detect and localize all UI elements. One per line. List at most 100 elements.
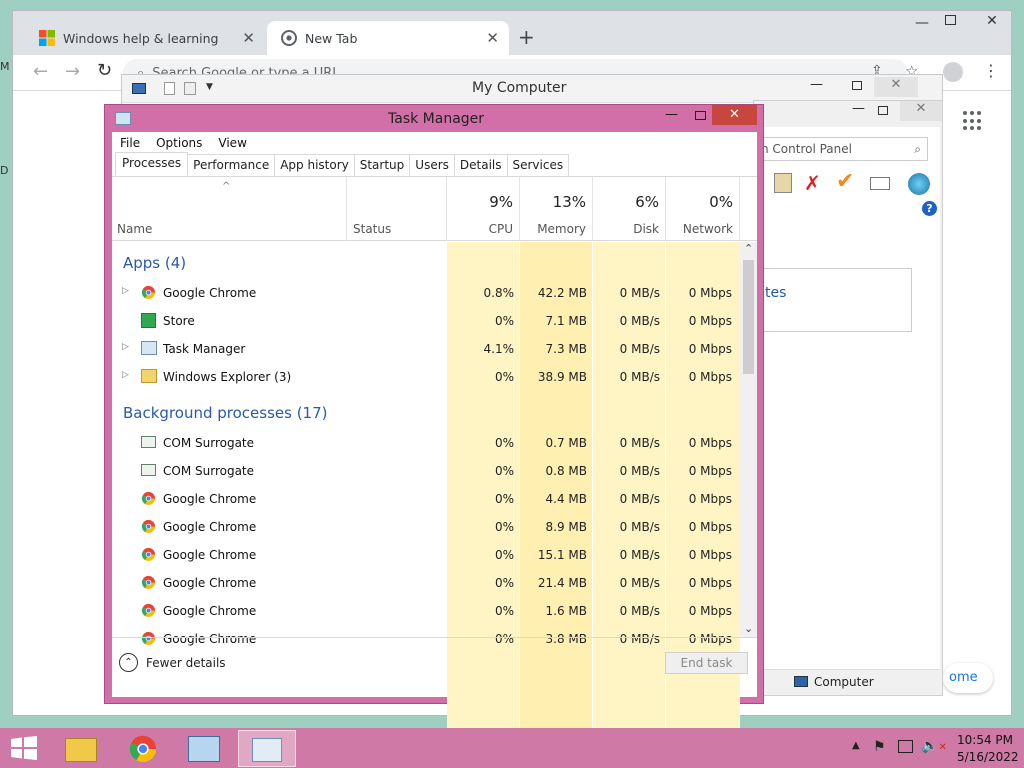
new-tab-plus-icon[interactable]: + [518, 25, 535, 49]
tab-app-history[interactable]: App history [274, 154, 355, 176]
show-hidden-icons[interactable]: ▲ [852, 740, 860, 751]
menu-view[interactable]: View [210, 136, 254, 150]
chrome-icon [141, 575, 156, 590]
column-memory-header[interactable]: 13% Memory [520, 177, 593, 241]
process-row[interactable]: COM Surrogate 0% 0.8 MB 0 MB/s 0 Mbps [112, 457, 740, 485]
tab-startup[interactable]: Startup [353, 154, 411, 176]
process-name: COM Surrogate [163, 436, 255, 450]
end-task-button[interactable]: End task [665, 652, 748, 674]
cpu-value: 0% [494, 520, 514, 534]
process-row[interactable]: Google Chrome 0% 8.9 MB 0 MB/s 0 Mbps [112, 513, 740, 541]
maximize-icon[interactable] [945, 15, 956, 25]
cpu-value: 0% [494, 370, 514, 384]
tab-processes[interactable]: Processes [115, 152, 189, 176]
task-manager-titlebar: Task Manager — ✕ [105, 105, 763, 132]
process-row[interactable]: COM Surrogate 0% 0.7 MB 0 MB/s 0 Mbps [112, 429, 740, 457]
column-disk-header[interactable]: 6% Disk [593, 177, 666, 241]
minimize-icon[interactable]: — [915, 15, 929, 31]
clipboard-icon[interactable] [774, 173, 792, 193]
disk-value: 0 MB/s [619, 548, 660, 562]
tab-services[interactable]: Services [506, 154, 570, 176]
cpu-value: 0% [494, 314, 514, 328]
expand-arrow-icon[interactable]: ▷ [122, 370, 129, 380]
task-manager-title: Task Manager [388, 111, 485, 127]
taskbar-chrome[interactable] [114, 730, 172, 767]
vertical-scrollbar[interactable]: ⌃ ⌄ [740, 242, 757, 637]
menu-file[interactable]: File [112, 136, 148, 150]
chrome-menu-icon[interactable]: ⋮ [983, 61, 999, 80]
fewer-details-button[interactable]: ⌃ Fewer details [119, 653, 226, 672]
profile-avatar-icon[interactable] [943, 62, 963, 82]
action-center-flag-icon[interactable]: ⚑ [873, 739, 886, 755]
control-panel-link[interactable]: tes [765, 285, 786, 301]
close-window-icon[interactable]: ✕ [712, 105, 757, 125]
menu-options[interactable]: Options [148, 136, 210, 150]
process-row[interactable]: ▷ Windows Explorer (3) 0% 38.9 MB 0 MB/s… [112, 363, 740, 391]
taskbar-file-explorer[interactable] [52, 730, 110, 767]
memory-value: 1.6 MB [545, 604, 587, 618]
delete-icon[interactable]: ✗ [804, 171, 821, 195]
search-control-panel-input[interactable]: h Control Panel ⌕ [756, 137, 928, 161]
maximize-icon[interactable] [695, 111, 706, 120]
clock-date[interactable]: 5/16/2022 [957, 750, 1019, 764]
chevron-down-icon[interactable]: ▼ [206, 82, 213, 92]
cpu-value: 0% [494, 436, 514, 450]
column-status-header[interactable]: Status [347, 177, 447, 241]
apps-grid-icon[interactable] [963, 111, 983, 131]
back-icon[interactable]: ← [33, 61, 48, 82]
process-row[interactable]: Google Chrome 0% 1.6 MB 0 MB/s 0 Mbps [112, 597, 740, 625]
process-row[interactable]: ▷ Task Manager 4.1% 7.3 MB 0 MB/s 0 Mbps [112, 335, 740, 363]
column-network-header[interactable]: 0% Network [666, 177, 740, 241]
mail-icon[interactable] [870, 177, 890, 190]
minimize-icon[interactable]: — [810, 77, 823, 92]
chrome-icon [141, 491, 156, 506]
tab-windows-help[interactable]: Windows help & learning ✕ [25, 21, 265, 55]
process-row[interactable]: Google Chrome 0% 21.4 MB 0 MB/s 0 Mbps [112, 569, 740, 597]
process-row[interactable]: Google Chrome 0% 15.1 MB 0 MB/s 0 Mbps [112, 541, 740, 569]
close-window-icon[interactable]: ✕ [900, 101, 942, 121]
scroll-down-icon[interactable]: ⌄ [744, 622, 753, 635]
minimize-icon[interactable]: — [852, 101, 865, 116]
com-surrogate-icon [141, 436, 156, 448]
expand-arrow-icon[interactable]: ▷ [122, 342, 129, 352]
taskbar-task-manager[interactable] [238, 730, 296, 767]
close-tab-icon[interactable]: ✕ [242, 29, 255, 47]
maximize-icon[interactable] [878, 106, 888, 115]
checkmark-icon[interactable]: ✔ [836, 169, 854, 194]
globe-icon[interactable] [908, 173, 930, 195]
tab-new-tab[interactable]: New Tab ✕ [267, 21, 509, 55]
control-panel-icon [188, 736, 220, 762]
tab-users[interactable]: Users [409, 154, 455, 176]
close-tab-icon[interactable]: ✕ [486, 29, 499, 47]
reload-icon[interactable]: ↻ [97, 60, 112, 81]
process-row[interactable]: Google Chrome 0% 4.4 MB 0 MB/s 0 Mbps [112, 485, 740, 513]
scroll-up-icon[interactable]: ⌃ [744, 242, 753, 255]
minimize-icon[interactable]: — [665, 107, 678, 122]
tab-details[interactable]: Details [453, 154, 508, 176]
close-window-icon[interactable]: ✕ [979, 13, 1005, 31]
properties-icon [184, 82, 196, 95]
tab-performance[interactable]: Performance [187, 154, 276, 176]
expand-arrow-icon[interactable]: ▷ [122, 286, 129, 296]
volume-muted-icon[interactable]: 🔈✕ [921, 738, 947, 754]
maximize-icon[interactable] [852, 81, 862, 90]
clock-time[interactable]: 10:54 PM [957, 733, 1013, 747]
task-manager-body: File Options View Processes Performance … [112, 132, 757, 748]
taskbar-control-panel[interactable] [176, 730, 234, 767]
network-value: 0 Mbps [688, 520, 732, 534]
process-row[interactable]: ▷ Google Chrome 0.8% 42.2 MB 0 MB/s 0 Mb… [112, 279, 740, 307]
memory-value: 7.3 MB [545, 342, 587, 356]
start-button[interactable] [10, 736, 38, 760]
help-icon[interactable]: ? [922, 201, 937, 216]
file-explorer-icon [65, 738, 97, 762]
column-cpu-header[interactable]: 9% CPU [447, 177, 520, 241]
forward-icon[interactable]: → [65, 61, 80, 82]
customize-chrome-button[interactable]: ome [943, 663, 993, 693]
column-name-header[interactable]: ^ Name [112, 177, 347, 241]
scroll-thumb[interactable] [743, 260, 754, 374]
close-window-icon[interactable]: ✕ [874, 77, 918, 97]
process-name: Windows Explorer (3) [163, 370, 292, 384]
memory-value: 38.9 MB [537, 370, 587, 384]
network-icon[interactable] [898, 740, 913, 753]
process-row[interactable]: Store 0% 7.1 MB 0 MB/s 0 Mbps [112, 307, 740, 335]
